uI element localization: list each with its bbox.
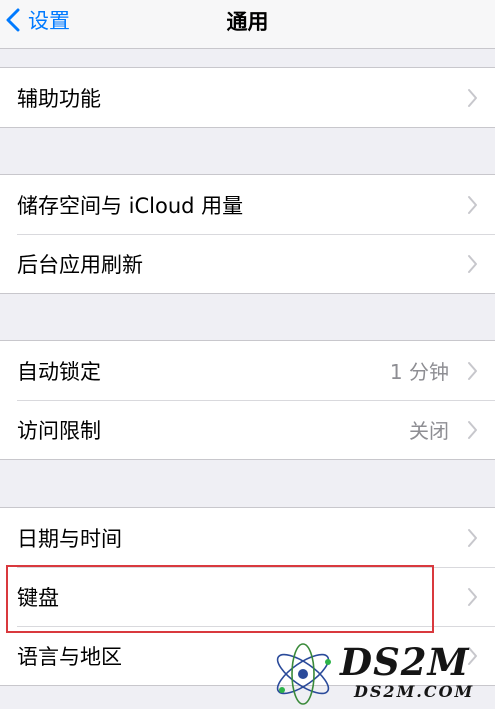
chevron-right-icon (468, 195, 477, 214)
row-accessibility[interactable]: 辅助功能 (0, 68, 495, 127)
settings-group-accessibility: 辅助功能 (0, 67, 495, 128)
watermark: DS2M DS2M.COM (262, 640, 492, 706)
row-label: 储存空间与 iCloud 用量 (17, 193, 244, 218)
row-date-time[interactable]: 日期与时间 (0, 508, 495, 567)
chevron-right-icon (468, 420, 477, 439)
row-label: 语言与地区 (17, 644, 122, 669)
settings-group-storage: 储存空间与 iCloud 用量 后台应用刷新 (0, 174, 495, 294)
row-label: 辅助功能 (17, 86, 101, 111)
row-keyboard[interactable]: 键盘 (0, 566, 495, 626)
row-label: 键盘 (17, 585, 59, 610)
row-label: 自动锁定 (17, 359, 101, 384)
navigation-bar: 设置 通用 (0, 0, 495, 49)
chevron-right-icon (468, 361, 477, 380)
row-value: 关闭 (409, 419, 449, 443)
chevron-right-icon (468, 528, 477, 547)
row-value: 1 分钟 (389, 360, 449, 384)
chevron-right-icon (468, 254, 477, 273)
atom-logo-icon (276, 643, 331, 705)
row-background-app-refresh[interactable]: 后台应用刷新 (0, 233, 495, 293)
row-label: 访问限制 (17, 418, 101, 443)
row-restrictions[interactable]: 访问限制 关闭 (0, 399, 495, 459)
row-label: 日期与时间 (17, 526, 122, 551)
row-storage-icloud-usage[interactable]: 储存空间与 iCloud 用量 (0, 175, 495, 234)
chevron-right-icon (468, 587, 477, 606)
row-auto-lock[interactable]: 自动锁定 1 分钟 (0, 341, 495, 400)
settings-group-lock: 自动锁定 1 分钟 访问限制 关闭 (0, 340, 495, 460)
page-title: 通用 (226, 10, 269, 34)
row-label: 后台应用刷新 (17, 252, 143, 277)
watermark-subtext: DS2M.COM (354, 682, 475, 701)
watermark-text: DS2M (340, 640, 470, 684)
chevron-right-icon (468, 88, 477, 107)
